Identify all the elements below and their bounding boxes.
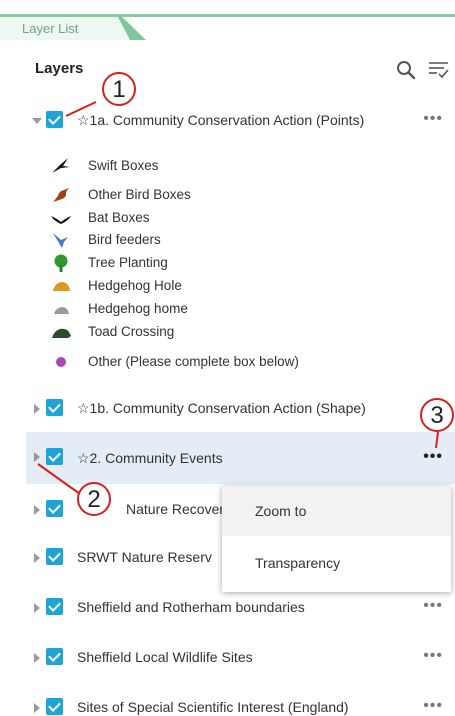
legend-item: Tree Planting (50, 252, 380, 274)
layer-label[interactable]: ☆2. Community Events (77, 450, 223, 467)
legend-item: Swift Boxes (50, 155, 380, 177)
layer-label[interactable]: ☆1b. Community Conservation Action (Shap… (77, 400, 366, 417)
more-options-icon[interactable]: ••• (423, 647, 443, 665)
callout-number: 3 (430, 402, 444, 429)
legend-label: Bat Boxes (88, 210, 150, 225)
more-options-icon[interactable]: ••• (423, 110, 443, 128)
layer-visibility-checkbox[interactable] (46, 548, 63, 565)
legend-item: Toad Crossing (50, 321, 380, 343)
panel-heading: Layers (35, 60, 84, 77)
legend-item: Hedgehog home (50, 298, 380, 320)
layer-context-menu: Zoom to Transparency (222, 486, 451, 592)
bird-feeder-icon (53, 233, 68, 248)
more-options-icon[interactable]: ••• (423, 597, 443, 615)
menu-item-zoom-to[interactable]: Zoom to (222, 486, 451, 536)
bird-icon (53, 188, 69, 202)
legend-label: Swift Boxes (88, 158, 159, 173)
legend-item: Other (Please complete box below) (50, 351, 380, 373)
menu-item-label[interactable]: Zoom to (255, 503, 306, 519)
expand-arrow-icon[interactable] (34, 703, 40, 713)
expand-arrow-icon[interactable] (34, 603, 40, 613)
layer-label[interactable]: Sheffield Local Wildlife Sites (77, 649, 253, 665)
expand-arrow-icon[interactable] (34, 653, 40, 663)
layer-visibility-checkbox[interactable] (46, 111, 63, 128)
legend-label: Tree Planting (88, 255, 168, 270)
filter-list-icon[interactable] (428, 60, 450, 80)
menu-item-transparency[interactable]: Transparency (222, 538, 451, 588)
legend-label: Toad Crossing (88, 324, 175, 339)
layer-label[interactable]: SRWT Nature Reserv (77, 549, 212, 565)
layer-visibility-checkbox[interactable] (46, 500, 63, 517)
legend-label: Bird feeders (88, 232, 161, 247)
layer-row-selected[interactable]: ☆2. Community Events ••• (26, 432, 455, 484)
layer-visibility-checkbox[interactable] (46, 648, 63, 665)
menu-item-label[interactable]: Transparency (255, 555, 340, 571)
legend-item: Other Bird Boxes (50, 184, 380, 206)
layer-label[interactable]: Sheffield and Rotherham boundaries (77, 599, 305, 615)
layer-row[interactable]: Sheffield Local Wildlife Sites ••• (30, 641, 455, 675)
legend-item: Bat Boxes (50, 207, 380, 229)
layer-label[interactable]: ☆1a. Community Conservation Action (Poin… (77, 112, 364, 129)
layer-visibility-checkbox[interactable] (46, 399, 63, 416)
callout-number: 1 (112, 76, 126, 103)
hedgehog-icon (53, 282, 70, 291)
hedgehog-home-icon (54, 307, 69, 314)
search-icon[interactable] (396, 60, 416, 80)
layer-visibility-checkbox[interactable] (46, 598, 63, 615)
callout-badge: 2 (77, 482, 111, 516)
layer-label[interactable]: Sites of Special Scientific Interest (En… (77, 699, 349, 715)
layer-row[interactable]: Sites of Special Scientific Interest (En… (30, 691, 455, 716)
swift-icon (52, 158, 70, 173)
expand-arrow-icon[interactable] (34, 553, 40, 563)
layer-row[interactable]: Sheffield and Rotherham boundaries ••• (30, 591, 455, 625)
collapse-arrow-icon[interactable] (32, 118, 42, 124)
callout-number: 2 (87, 486, 101, 513)
callout-badge: 3 (420, 398, 454, 432)
expand-arrow-icon[interactable] (34, 404, 40, 414)
layer-label[interactable]: Nature Recovery (126, 501, 231, 517)
legend-label: Hedgehog Hole (88, 278, 182, 293)
callout-badge: 1 (102, 72, 136, 106)
legend-item: Hedgehog Hole (50, 275, 380, 297)
bat-icon (51, 216, 71, 224)
more-options-icon[interactable]: ••• (423, 448, 443, 466)
legend-label: Hedgehog home (88, 301, 188, 316)
legend-item: Bird feeders (50, 229, 380, 251)
layer-visibility-checkbox[interactable] (46, 448, 63, 465)
tab-layer-list-label[interactable]: Layer List (22, 21, 78, 36)
expand-arrow-icon[interactable] (34, 505, 40, 515)
tab-topline (0, 14, 455, 17)
more-options-icon[interactable]: ••• (423, 697, 443, 715)
circle-icon (56, 357, 66, 367)
toad-icon (52, 328, 71, 338)
layer-row[interactable]: ☆1a. Community Conservation Action (Poin… (30, 104, 455, 138)
expand-arrow-icon[interactable] (34, 452, 40, 462)
tree-icon (54, 254, 68, 272)
layer-visibility-checkbox[interactable] (46, 698, 63, 715)
legend-label: Other (Please complete box below) (88, 354, 299, 369)
legend-label: Other Bird Boxes (88, 187, 191, 202)
layer-row[interactable]: ☆1b. Community Conservation Action (Shap… (30, 392, 455, 426)
